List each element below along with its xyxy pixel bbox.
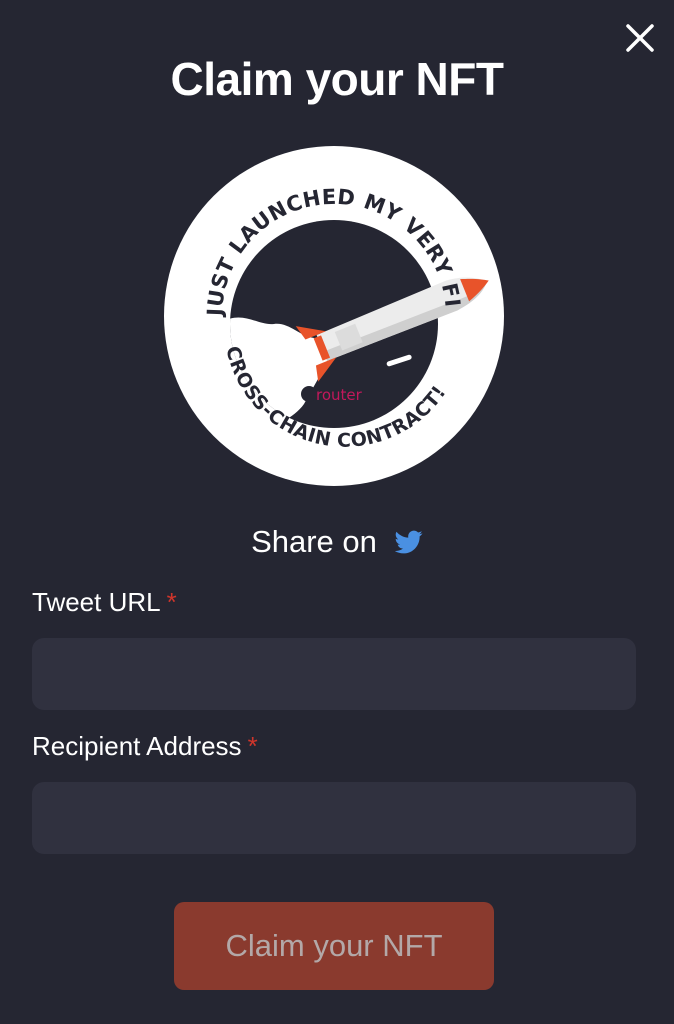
recipient-address-input[interactable] xyxy=(32,782,636,854)
share-on-row: Share on xyxy=(0,522,674,562)
share-on-label: Share on xyxy=(251,524,377,559)
tweet-url-label: Tweet URL * xyxy=(32,586,177,618)
required-mark: * xyxy=(166,587,177,617)
claim-nft-button[interactable]: Claim your NFT xyxy=(174,902,494,990)
recipient-address-label-text: Recipient Address xyxy=(32,731,242,761)
recipient-address-label: Recipient Address * xyxy=(32,730,258,762)
modal-title: Claim your NFT xyxy=(170,53,504,105)
tweet-url-label-text: Tweet URL xyxy=(32,587,161,617)
tweet-url-input[interactable] xyxy=(32,638,636,710)
router-logo-text: router xyxy=(316,386,363,404)
close-icon[interactable] xyxy=(622,20,658,56)
twitter-icon[interactable] xyxy=(394,528,423,556)
nft-badge-image: JUST LAUNCHED MY VERY FIRST CROSS-CHAIN … xyxy=(164,146,504,486)
required-mark: * xyxy=(247,731,258,761)
claim-nft-modal: Claim your NFT JUST LAUNCHED MY VERY FI … xyxy=(0,0,674,1024)
